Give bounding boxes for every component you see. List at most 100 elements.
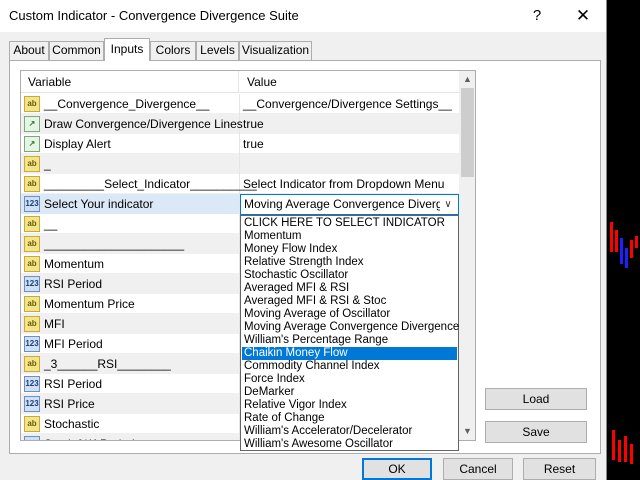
dropdown-option[interactable]: Relative Vigor Index — [242, 399, 457, 412]
chart-candle — [612, 430, 615, 460]
chart-candle — [630, 240, 633, 258]
variable-label: Select Your indicator — [44, 197, 154, 211]
string-type-icon: ab — [24, 96, 40, 112]
integer-type-icon: 123 — [24, 396, 40, 412]
variable-label: Draw Convergence/Divergence Lines — [44, 117, 243, 131]
dropdown-option[interactable]: Moving Average of Oscillator — [242, 308, 457, 321]
ok-button[interactable]: OK — [362, 458, 432, 480]
dropdown-option[interactable]: Relative Strength Index — [242, 256, 457, 269]
variable-cell[interactable]: ab _____________________ — [21, 234, 240, 254]
variable-cell[interactable]: ab __ — [21, 214, 240, 234]
dropdown-option[interactable]: William's Accelerator/Decelerator — [242, 425, 457, 438]
tab-levels[interactable]: Levels — [196, 41, 239, 60]
tab-common[interactable]: Common — [49, 41, 104, 60]
tab-about[interactable]: About — [9, 41, 49, 60]
variable-cell[interactable]: 123 Stoch %K Period — [21, 434, 240, 440]
help-button[interactable]: ? — [514, 0, 560, 32]
variable-cell[interactable]: ab _3______RSI________ — [21, 354, 240, 374]
table-row[interactable]: ↗ Display Alert true — [21, 134, 459, 154]
variable-cell[interactable]: 123 RSI Period — [21, 374, 240, 394]
chevron-down-icon[interactable]: ∨ — [441, 195, 455, 214]
dropdown-option[interactable]: William's Awesome Oscillator — [242, 438, 457, 451]
chart-candle — [635, 236, 638, 248]
variable-cell[interactable]: 123 RSI Period — [21, 274, 240, 294]
table-row[interactable]: ab __Convergence_Divergence__ __Convergenc… — [21, 94, 459, 114]
dropdown-option[interactable]: Averaged MFI & RSI — [242, 282, 457, 295]
integer-type-icon: 123 — [24, 436, 40, 440]
dropdown-option[interactable]: Force Index — [242, 373, 457, 386]
string-type-icon: ab — [24, 216, 40, 232]
scroll-up-arrow-icon[interactable]: ▲ — [459, 71, 475, 88]
load-button[interactable]: Load — [485, 388, 587, 410]
integer-type-icon: 123 — [24, 336, 40, 352]
variable-cell[interactable]: ab MFI — [21, 314, 240, 334]
variable-label: Momentum — [44, 257, 105, 271]
variable-label: __ — [44, 217, 58, 231]
title-bar[interactable]: Custom Indicator - Convergence Divergenc… — [0, 0, 606, 32]
chart-candle — [610, 222, 613, 252]
boolean-type-icon: ↗ — [24, 116, 40, 132]
column-header-value[interactable]: Value — [240, 71, 459, 93]
chart-background — [608, 0, 640, 480]
string-type-icon: ab — [24, 316, 40, 332]
variable-cell[interactable]: 123 RSI Price — [21, 394, 240, 414]
value-cell[interactable] — [240, 154, 459, 174]
boolean-type-icon: ↗ — [24, 136, 40, 152]
variable-cell[interactable]: ↗ Draw Convergence/Divergence Lines — [21, 114, 243, 134]
dropdown-option[interactable]: CLICK HERE TO SELECT INDICATOR — [242, 217, 457, 230]
cancel-button[interactable]: Cancel — [443, 458, 513, 480]
close-button[interactable]: ✕ — [560, 0, 606, 32]
value-cell[interactable]: true — [240, 134, 459, 154]
variable-label: _________Select_Indicator__________ — [44, 177, 257, 191]
variable-label: Stochastic — [44, 417, 100, 431]
table-row[interactable]: ab _________Select_Indicator__________ Sel… — [21, 174, 459, 194]
variable-cell[interactable]: 123 MFI Period — [21, 334, 240, 354]
variable-label: _____________________ — [44, 237, 185, 251]
variable-cell[interactable]: ab Momentum — [21, 254, 240, 274]
reset-button[interactable]: Reset — [523, 458, 596, 480]
chart-candle — [620, 238, 623, 264]
variable-label: _3______RSI________ — [44, 357, 171, 371]
string-type-icon: ab — [24, 256, 40, 272]
variable-cell[interactable]: ab _________Select_Indicator__________ — [21, 174, 257, 194]
dropdown-option[interactable]: Stochastic Oscillator — [242, 269, 457, 282]
tab-visualization[interactable]: Visualization — [239, 41, 312, 60]
variable-cell[interactable]: ab _ — [21, 154, 240, 174]
chart-candle — [625, 248, 628, 268]
dropdown-option[interactable]: Money Flow Index — [242, 243, 457, 256]
scroll-thumb[interactable] — [461, 88, 474, 177]
dropdown-option[interactable]: Rate of Change — [242, 412, 457, 425]
scroll-down-arrow-icon[interactable]: ▼ — [459, 423, 475, 440]
save-button[interactable]: Save — [485, 421, 587, 443]
variable-cell[interactable]: ab Stochastic — [21, 414, 240, 434]
variable-cell[interactable]: 123 Select Your indicator — [21, 194, 240, 214]
dropdown-option[interactable]: Moving Average Convergence Divergence — [242, 321, 459, 334]
value-cell[interactable]: Select Indicator from Dropdown Menu — [240, 174, 459, 194]
tab-colors[interactable]: Colors — [150, 41, 196, 60]
dropdown-option[interactable]: Commodity Channel Index — [242, 360, 457, 373]
dropdown-option[interactable]: Averaged MFI & RSI & Stoc — [242, 295, 457, 308]
variable-label: Display Alert — [44, 137, 111, 151]
indicator-dropdown-list: CLICK HERE TO SELECT INDICATOR Momentum Mo… — [240, 215, 459, 451]
custom-indicator-dialog: Custom Indicator - Convergence Divergenc… — [0, 0, 607, 480]
variable-cell[interactable]: ↗ Display Alert — [21, 134, 240, 154]
dropdown-option[interactable]: William's Percentage Range — [242, 334, 457, 347]
variable-label: Stoch %K Period — [44, 434, 135, 440]
dropdown-option[interactable]: Chaikin Money Flow — [242, 347, 457, 360]
table-row[interactable]: ab _ — [21, 154, 459, 174]
value-cell[interactable]: __Convergence/Divergence Settings__ — [240, 94, 459, 114]
variable-cell[interactable]: ab Momentum Price — [21, 294, 240, 314]
dropdown-option[interactable]: Momentum — [242, 230, 457, 243]
value-cell[interactable]: true — [240, 114, 459, 134]
integer-type-icon: 123 — [24, 196, 40, 212]
variable-label: RSI Period — [44, 277, 103, 291]
column-header-variable[interactable]: Variable — [21, 71, 239, 93]
dropdown-option[interactable]: DeMarker — [242, 386, 457, 399]
tab-inputs[interactable]: Inputs — [104, 38, 150, 61]
indicator-select[interactable]: Moving Average Convergence Divergence ∨ — [240, 194, 459, 215]
variable-label: RSI Period — [44, 377, 103, 391]
chart-candle — [624, 436, 627, 462]
table-row[interactable]: ↗ Draw Convergence/Divergence Lines true — [21, 114, 459, 134]
variable-cell[interactable]: ab __Convergence_Divergence__ — [21, 94, 240, 114]
grid-scrollbar[interactable]: ▲ ▼ — [459, 71, 475, 440]
